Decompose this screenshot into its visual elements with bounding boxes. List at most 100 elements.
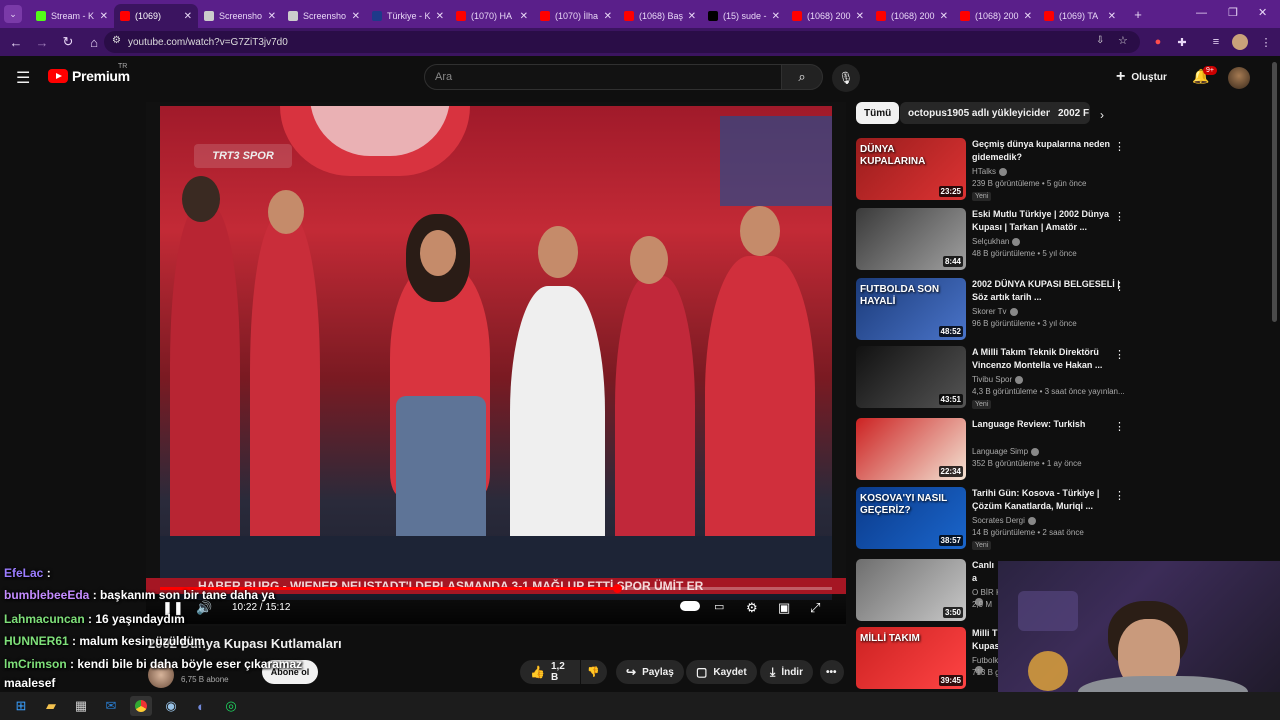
minimize-icon[interactable]: — (1196, 7, 1207, 19)
home-icon[interactable]: ⌂ (82, 30, 106, 54)
file-explorer-icon[interactable]: ▰ (40, 696, 62, 716)
tab-close-icon[interactable]: ✕ (436, 11, 444, 22)
video-title[interactable]: A Milli Takım Teknik Direktörü Vincenzo … (972, 346, 1122, 372)
browser-tab[interactable]: (1069) ✕ (114, 4, 198, 28)
browser-tab[interactable]: (15) sude - ✕ (702, 4, 786, 28)
site-info-icon[interactable]: ⚙ (112, 35, 121, 46)
youtube-logo[interactable]: Premium TR (48, 63, 130, 84)
browser-tab[interactable]: (1070) İlha ✕ (534, 4, 618, 28)
tab-close-icon[interactable]: ✕ (604, 11, 612, 22)
recommended-video[interactable]: 43:51 A Milli Takım Teknik Direktörü Vinc… (856, 346, 1136, 410)
new-tab-button[interactable]: + (1126, 2, 1150, 26)
browser-tab[interactable]: Screensho ✕ (282, 4, 366, 28)
tab-close-icon[interactable]: ✕ (268, 11, 276, 22)
discord-icon[interactable]: ◐ (190, 696, 212, 716)
video-thumbnail[interactable]: MİLLİ TAKIM 39:45 (856, 627, 966, 689)
tab-close-icon[interactable]: ✕ (940, 11, 948, 22)
download-button[interactable]: ⤓ İndir (760, 660, 813, 684)
video-title[interactable]: Eski Mutlu Türkiye | 2002 Dünya Kupası |… (972, 208, 1122, 234)
tab-close-icon[interactable]: ✕ (1108, 11, 1116, 22)
voice-search-button[interactable]: 🎙 (832, 64, 860, 92)
browser-tab[interactable]: Stream - K ✕ (30, 4, 114, 28)
forward-icon[interactable]: → (30, 30, 54, 54)
user-avatar[interactable] (1228, 67, 1250, 89)
browser-tab[interactable]: (1068) 200 ✕ (870, 4, 954, 28)
recommended-video[interactable]: FUTBOLDA SON HAYALİ 48:52 2002 DÜNYA KUPAS… (856, 278, 1136, 342)
chrome-icon[interactable] (130, 696, 152, 716)
more-options-icon[interactable]: ⋮ (1114, 210, 1125, 223)
channel-name[interactable]: Selçukhan (972, 237, 1021, 246)
video-title[interactable]: Tarihi Gün: Kosova - Türkiye | Çözüm Kan… (972, 487, 1122, 513)
like-button[interactable]: 👍 1,2 B (520, 660, 580, 684)
reload-icon[interactable]: ↻ (56, 30, 80, 54)
bookmark-star-icon[interactable]: ☆ (1118, 34, 1128, 47)
hamburger-menu-icon[interactable]: ☰ (16, 68, 30, 88)
profile-avatar-icon[interactable] (1232, 34, 1248, 50)
search-button[interactable]: ⌕ (781, 64, 823, 90)
tab-close-icon[interactable]: ✕ (352, 11, 360, 22)
video-title[interactable]: Milli T Kupas (972, 627, 1000, 653)
extensions-puzzle-icon[interactable]: ✚ (1174, 34, 1190, 50)
tab-search-icon[interactable]: ⌄ (4, 5, 22, 23)
recommended-video[interactable]: KOSOVA'YI NASIL GEÇERİZ? 38:57 Tarihi Gün:… (856, 487, 1136, 551)
close-window-icon[interactable]: ✕ (1258, 6, 1267, 19)
tab-close-icon[interactable]: ✕ (184, 11, 192, 22)
tab-close-icon[interactable]: ✕ (1024, 11, 1032, 22)
browser-menu-icon[interactable]: ⋮ (1258, 34, 1274, 50)
video-title[interactable]: Canlı a askeri (972, 559, 1000, 585)
video-title[interactable]: 2002 DÜNYA KUPASI BELGESELİ | Söz artık … (972, 278, 1122, 304)
more-options-icon[interactable]: ⋮ (1114, 489, 1125, 502)
save-button[interactable]: ▢ Kaydet (686, 660, 757, 684)
channel-name[interactable]: HTalks (972, 167, 1008, 176)
video-thumbnail[interactable]: 22:34 (856, 418, 966, 480)
dislike-button[interactable]: 👎 (581, 660, 607, 684)
tab-close-icon[interactable]: ✕ (520, 11, 528, 22)
channel-name[interactable]: Socrates Dergi (972, 516, 1036, 525)
outlook-icon[interactable]: ✉ (100, 696, 122, 716)
autoplay-toggle[interactable] (680, 601, 700, 611)
browser-tab[interactable]: (1070) HA ✕ (450, 4, 534, 28)
tab-close-icon[interactable]: ✕ (100, 11, 108, 22)
page-scrollbar[interactable] (1272, 62, 1277, 322)
install-icon[interactable]: ⇩ (1096, 35, 1104, 46)
share-button[interactable]: ↪ Paylaş (616, 660, 684, 684)
channel-name[interactable]: Skorer Tv (972, 307, 1018, 316)
recommended-video[interactable]: MİLLİ TAKIM 39:45 Milli T Kupas Futbolk 713 … (856, 627, 1006, 691)
chip-uploader[interactable]: octopus1905 adlı yükleyiciden (900, 102, 1060, 124)
create-button[interactable]: + Oluştur (1116, 66, 1167, 88)
recommended-video[interactable]: 8:44 Eski Mutlu Türkiye | 2002 Dünya Kupa… (856, 208, 1136, 272)
video-thumbnail[interactable]: FUTBOLDA SON HAYALİ 48:52 (856, 278, 966, 340)
theater-mode-icon[interactable]: ▣ (778, 600, 790, 616)
chip-all[interactable]: Tümü (856, 102, 900, 124)
video-thumbnail[interactable]: 3:50 (856, 559, 966, 621)
video-thumbnail[interactable]: 8:44 (856, 208, 966, 270)
restore-icon[interactable]: ❐ (1228, 6, 1238, 19)
spotify-icon[interactable]: ◎ (220, 696, 242, 716)
video-thumbnail[interactable]: KOSOVA'YI NASIL GEÇERİZ? 38:57 (856, 487, 966, 549)
more-actions-button[interactable]: ••• (820, 660, 844, 684)
browser-tab[interactable]: (1068) 200 ✕ (786, 4, 870, 28)
channel-name[interactable]: Language Simp (972, 447, 1040, 456)
more-options-icon[interactable]: ⋮ (1114, 140, 1125, 153)
browser-tab[interactable]: (1069) TA ✕ (1038, 4, 1122, 28)
recommended-video[interactable]: 22:34 Language Review: Turkish Language Si… (856, 418, 1136, 482)
video-thumbnail[interactable]: DÜNYA KUPALARINA 23:25 (856, 138, 966, 200)
chevron-right-icon[interactable]: › (1100, 108, 1104, 122)
back-icon[interactable]: ← (4, 30, 28, 54)
tab-close-icon[interactable]: ✕ (772, 11, 780, 22)
steam-icon[interactable]: ◉ (160, 696, 182, 716)
windows-start-icon[interactable]: ⊞ (10, 696, 32, 716)
browser-tab[interactable]: (1068) 200 ✕ (954, 4, 1038, 28)
fullscreen-icon[interactable]: ⤢ (810, 600, 820, 616)
more-options-icon[interactable]: ⋮ (1114, 420, 1125, 433)
tab-close-icon[interactable]: ✕ (856, 11, 864, 22)
browser-tab[interactable]: Türkiye - K ✕ (366, 4, 450, 28)
subtitles-icon[interactable]: ▭ (714, 600, 724, 613)
settings-gear-icon[interactable]: ⚙ (746, 600, 758, 616)
more-options-icon[interactable]: ⋮ (1114, 280, 1125, 293)
video-title[interactable]: Geçmiş dünya kupalarına neden gidemedik? (972, 138, 1122, 164)
video-thumbnail[interactable]: 43:51 (856, 346, 966, 408)
extension-icon[interactable]: ● (1150, 34, 1166, 50)
store-icon[interactable]: ▦ (70, 696, 92, 716)
more-options-icon[interactable]: ⋮ (1114, 348, 1125, 361)
